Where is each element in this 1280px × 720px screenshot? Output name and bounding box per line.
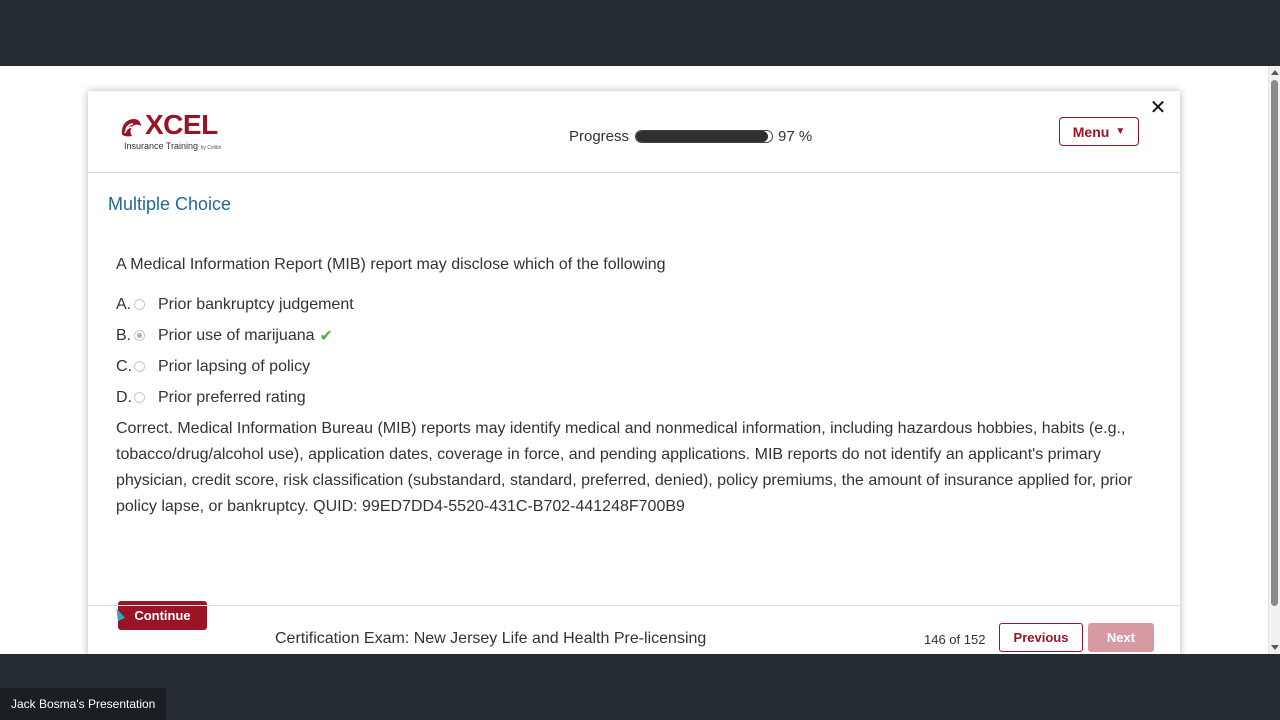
radio-button[interactable] — [134, 299, 145, 310]
next-button[interactable]: Next — [1088, 623, 1154, 652]
progress-bar-fill — [636, 130, 768, 142]
answer-option-b[interactable]: B. Prior use of marijuana ✔ — [116, 320, 354, 351]
option-letter: D. — [116, 388, 132, 406]
logo-tagline-main: Insurance Training — [124, 141, 199, 151]
menu-button-label: Menu — [1072, 123, 1110, 140]
screen-share-top-band — [0, 0, 1280, 66]
option-text: Prior use of marijuana — [158, 326, 315, 344]
screen-share-bottom-band — [0, 654, 1280, 720]
progress-label: Progress — [569, 127, 630, 145]
answer-option-a[interactable]: A. Prior bankruptcy judgement — [116, 289, 354, 320]
progress-bar — [635, 129, 774, 143]
option-text: Prior bankruptcy judgement — [158, 295, 354, 313]
scroll-up-icon[interactable] — [1271, 70, 1279, 75]
menu-button[interactable]: Menu ▼ — [1059, 117, 1139, 146]
modal-header: XCEL Insurance Training by Colibri Progr… — [88, 91, 1180, 173]
page-counter: 146 of 152 — [924, 632, 986, 647]
footer-divider — [88, 605, 1180, 606]
logo-tagline-small: by Colibri — [200, 145, 222, 151]
scrollbar-thumb[interactable] — [1271, 80, 1278, 606]
option-text: Prior lapsing of policy — [158, 357, 311, 375]
radio-button[interactable] — [134, 361, 145, 372]
checkmark-icon: ✔ — [319, 327, 333, 345]
caret-down-icon: ▼ — [1115, 126, 1126, 137]
answer-option-d[interactable]: D. Prior preferred rating — [116, 382, 354, 413]
modal-footer: Certification Exam: New Jersey Life and … — [88, 605, 1180, 654]
exam-modal: XCEL Insurance Training by Colibri Progr… — [88, 91, 1180, 654]
answer-options: A. Prior bankruptcy judgement B. Prior u… — [116, 289, 354, 413]
radio-button-selected[interactable] — [134, 330, 145, 341]
progress-indicator: Progress 97 % — [569, 127, 812, 145]
option-letter: A. — [116, 295, 132, 313]
course-title: Certification Exam: New Jersey Life and … — [275, 630, 707, 647]
answer-feedback: Correct. Medical Information Bureau (MIB… — [116, 420, 1133, 515]
option-letter: C. — [116, 357, 132, 375]
previous-button[interactable]: Previous — [999, 623, 1083, 652]
xcel-logo: XCEL Insurance Training by Colibri — [118, 109, 228, 157]
section-title: Multiple Choice — [108, 194, 232, 214]
browser-viewport: XCEL Insurance Training by Colibri Progr… — [0, 66, 1280, 654]
logo-tagline: Insurance Training by Colibri — [124, 141, 221, 151]
progress-percent: 97 % — [778, 127, 813, 145]
radio-button[interactable] — [134, 392, 145, 403]
logo-wordmark: XCEL — [145, 109, 218, 140]
close-icon[interactable]: ✕ — [1149, 98, 1167, 118]
option-letter: B. — [116, 326, 132, 344]
lion-logo-icon — [121, 119, 141, 137]
presenter-label: Jack Bosma's Presentation — [0, 688, 167, 720]
vertical-scrollbar[interactable] — [1268, 66, 1280, 654]
question-text: A Medical Information Report (MIB) repor… — [116, 256, 666, 273]
option-text: Prior preferred rating — [158, 388, 306, 406]
answer-option-c[interactable]: C. Prior lapsing of policy — [116, 351, 354, 382]
scroll-down-icon[interactable] — [1271, 645, 1279, 650]
